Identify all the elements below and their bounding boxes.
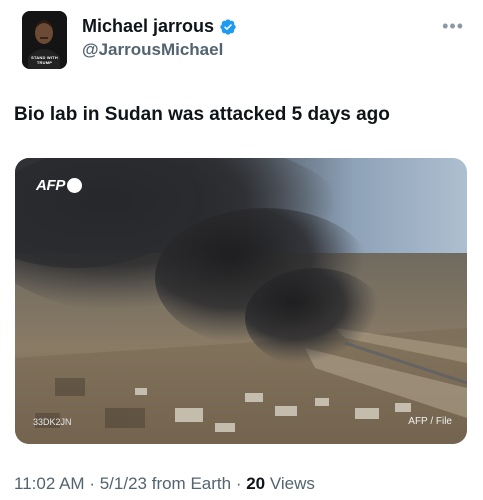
tweet-text: Bio lab in Sudan was attacked 5 days ago (14, 104, 390, 125)
afp-dot-icon (67, 178, 83, 193)
author-name-row: Michael jarrous (82, 16, 237, 37)
meta-separator: · (235, 474, 242, 493)
more-options-icon[interactable]: ••• (442, 16, 464, 37)
tweet-time[interactable]: 11:02 AM (14, 474, 85, 493)
views-count[interactable]: 20 (246, 474, 265, 493)
photo-code: 33DK2JN (33, 417, 72, 427)
afp-logo-text: AFP (36, 177, 66, 194)
photo-credit: AFP / File (408, 416, 452, 427)
tweet-meta: 11:02 AM · 5/1/23 from Earth · 20 Views (14, 474, 315, 494)
author-handle[interactable]: @JarrousMichael (82, 40, 223, 60)
afp-logo: AFP (36, 177, 83, 194)
tweet-media-photo[interactable]: AFP 33DK2JN AFP / File (15, 158, 467, 444)
aerial-smoke-photo (15, 158, 467, 444)
avatar[interactable]: STAND WITH TRUMP (22, 11, 67, 69)
tweet-source: from Earth (151, 474, 232, 493)
tweet-date[interactable]: 5/1/23 (100, 474, 147, 493)
meta-separator: · (89, 474, 95, 493)
views-label: Views (269, 474, 315, 493)
display-name[interactable]: Michael jarrous (82, 16, 214, 37)
verified-badge-icon (220, 18, 236, 35)
avatar-caption: STAND WITH TRUMP (31, 55, 58, 65)
